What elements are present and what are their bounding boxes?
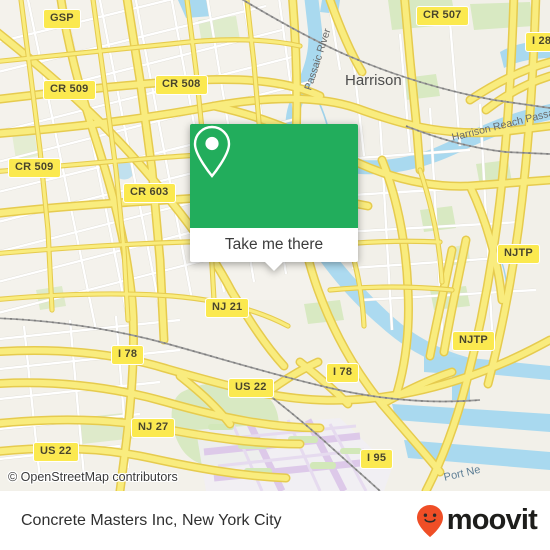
road-shield-njtp-b[interactable]: NJTP [452,331,495,351]
moovit-wordmark: moovit [446,504,538,536]
road-shield-i-95[interactable]: I 95 [360,449,394,469]
map-attribution[interactable]: © OpenStreetMap contributors [8,470,178,484]
road-shield-i-280[interactable]: I 28 [525,32,550,52]
road-shield-i-78-a[interactable]: I 78 [111,345,145,365]
road-shield-nj-27[interactable]: NJ 27 [131,418,176,438]
road-shield-gsp[interactable]: GSP [43,9,81,29]
road-shield-cr-603[interactable]: CR 603 [123,183,176,203]
popup-header [190,124,358,228]
take-me-there-button[interactable]: Take me there [190,228,358,262]
location-popup-card[interactable]: Take me there [190,124,358,271]
popup-pointer-tail [265,262,283,271]
take-me-there-label: Take me there [224,236,324,253]
road-shield-cr-507[interactable]: CR 507 [416,6,469,26]
road-shield-cr-509-b[interactable]: CR 509 [8,158,61,178]
road-shield-cr-508[interactable]: CR 508 [155,75,208,95]
place-label-harrison: Harrison [345,72,402,89]
footer-bar: Concrete Masters Inc, New York City moov… [0,491,550,550]
map-pin-icon [193,125,231,178]
road-shield-us-22-b[interactable]: US 22 [33,442,79,462]
map-canvas[interactable]: .rd { stroke:#f9ec7e; fill:none; stroke-… [0,0,550,491]
road-shield-nj-21[interactable]: NJ 21 [205,298,250,318]
moovit-pin-smile-icon [416,504,443,537]
screenshot-root: .rd { stroke:#f9ec7e; fill:none; stroke-… [0,0,550,550]
page-title: Concrete Masters Inc, New York City [21,511,282,529]
road-shield-njtp-a[interactable]: NJTP [497,244,540,264]
road-shield-us-22-a[interactable]: US 22 [228,378,274,398]
road-shield-cr-509-a[interactable]: CR 509 [43,80,96,100]
moovit-brand-logo[interactable]: moovit [415,504,538,538]
road-shield-i-78-b[interactable]: I 78 [326,363,360,383]
